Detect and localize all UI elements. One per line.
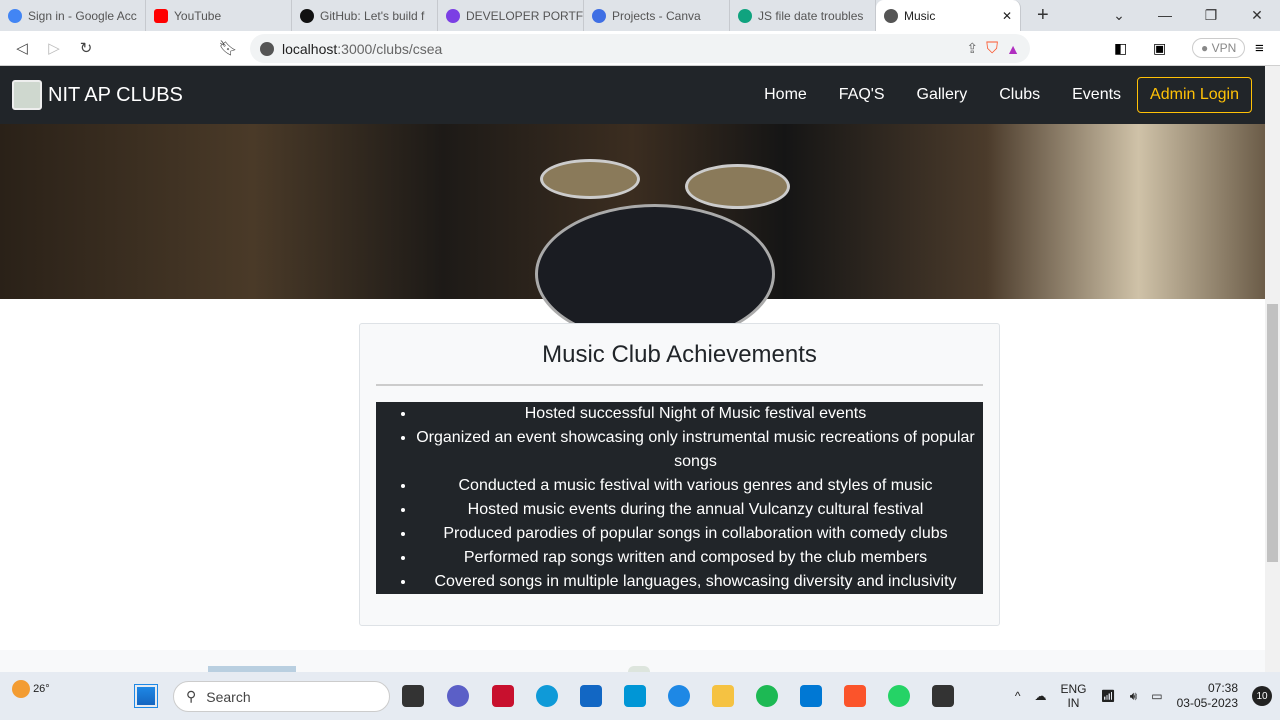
browser-tab[interactable]: Sign in - Google Acc [0,0,146,31]
close-tab-icon[interactable]: ✕ [1002,9,1012,23]
language-indicator[interactable]: ENG IN [1060,682,1086,710]
minimize-button[interactable]: — [1142,7,1188,24]
hero-image [0,124,1265,344]
weather-icon [12,680,30,698]
list-item: Hosted successful Night of Music festiva… [416,402,975,426]
scrollbar-thumb[interactable] [1267,304,1278,562]
google-icon [8,8,22,23]
edge-icon[interactable] [536,685,558,707]
back-button[interactable]: ◁ [6,39,38,57]
search-icon: ⚲ [186,688,197,704]
college-logo[interactable] [12,80,42,110]
weather-widget[interactable]: 26° [12,680,50,698]
list-item: Covered songs in multiple languages, sho… [416,570,975,594]
restore-button[interactable]: ❐ [1188,7,1234,24]
browser-tab-active[interactable]: Music ✕ [876,0,1021,31]
wifi-icon[interactable]: 📶︎ [1100,689,1115,703]
url-bar[interactable]: localhost:3000/clubs/csea ⇪ ⛉ ▲ [250,34,1030,63]
myhp-icon[interactable] [624,685,646,707]
cymbal-image [685,164,790,209]
spotify-icon[interactable] [756,685,778,707]
globe-icon [884,8,898,23]
clock[interactable]: 07:38 03-05-2023 [1177,681,1238,711]
close-window-button[interactable]: ✕ [1234,7,1280,24]
info-icon [260,41,274,56]
list-item: Organized an event showcasing only instr… [416,426,975,474]
canva-icon [446,8,460,23]
github-icon [300,8,314,23]
notification-badge[interactable]: 10 [1252,686,1272,706]
taskbar-search[interactable]: ⚲ Search [173,681,390,712]
admin-login-button[interactable]: Admin Login [1137,77,1252,113]
file-explorer-icon[interactable] [712,685,734,707]
store-icon[interactable] [580,685,602,707]
nav-gallery[interactable]: Gallery [901,86,984,104]
nav-home[interactable]: Home [748,86,823,104]
task-view-icon[interactable] [402,685,424,707]
address-toolbar: ◁ ▷ ↻ 🔖︎ localhost:3000/clubs/csea ⇪ ⛉ ▲… [0,31,1280,66]
browser-tab[interactable]: GitHub: Let's build f [292,0,438,31]
list-item: Hosted music events during the annual Vu… [416,498,975,522]
nav-events[interactable]: Events [1056,86,1137,104]
battery-icon[interactable]: ▭ [1151,689,1162,703]
menu-icon[interactable]: ≡ [1255,40,1264,57]
brand-name[interactable]: NIT AP CLUBS [48,84,183,107]
teams-icon[interactable] [447,685,469,707]
nav-clubs[interactable]: Clubs [983,86,1056,104]
list-item: Produced parodies of popular songs in co… [416,522,975,546]
chevron-up-icon[interactable]: ^ [1015,689,1021,703]
list-item: Conducted a music festival with various … [416,474,975,498]
windows-taskbar: 26° ⚲ Search ^ ☁ ENG IN 📶︎ 🔊︎ ▭ 07:38 03-05… [0,672,1280,720]
bookmark-icon[interactable]: 🔖︎ [212,39,244,57]
system-tray: ^ ☁ ENG IN 📶︎ 🔊︎ ▭ 07:38 03-05-2023 10 [1015,672,1280,720]
onedrive-icon[interactable]: ☁ [1034,689,1046,703]
volume-icon[interactable]: 🔊︎ [1130,689,1138,704]
start-icon[interactable] [134,684,158,708]
divider [376,384,983,386]
nav-faqs[interactable]: FAQ'S [823,86,901,104]
chatgpt-icon [738,8,752,23]
browser-tab[interactable]: DEVELOPER PORTFO [438,0,584,31]
help-icon[interactable] [668,685,690,707]
reload-button[interactable]: ↻ [70,39,102,57]
list-item: Performed rap songs written and composed… [416,546,975,570]
canva-icon [592,8,606,23]
share-icon[interactable]: ⇪ [966,40,978,57]
achievements-list: Hosted successful Night of Music festiva… [376,402,983,594]
whatsapp-icon[interactable] [888,685,910,707]
achievements-title: Music Club Achievements [542,341,817,368]
browser-tab[interactable]: YouTube [146,0,292,31]
brave-shields-icon[interactable]: ⛉ [986,40,998,58]
youtube-icon [154,8,168,23]
tab-search-icon[interactable]: ⌄ [1096,7,1142,24]
cymbal-image [540,159,640,199]
page-scrollbar[interactable] [1265,66,1280,672]
wallet-icon[interactable]: ▣ [1153,40,1166,57]
brave-icon[interactable] [844,685,866,707]
site-navbar: NIT AP CLUBS Home FAQ'S Gallery Clubs Ev… [0,66,1265,124]
brave-rewards-icon[interactable]: ▲ [1006,41,1020,57]
forward-button[interactable]: ▷ [38,39,70,57]
achievements-card: Music Club Achievements Hosted successfu… [359,323,1000,626]
browser-tab[interactable]: Projects - Canva [584,0,730,31]
sidebar-icon[interactable]: ◧ [1114,40,1127,57]
footer [0,650,1265,672]
new-tab-button[interactable]: + [1037,4,1049,27]
vscode-icon[interactable] [800,685,822,707]
terminal-icon[interactable] [932,685,954,707]
mcafee-icon[interactable] [492,685,514,707]
vpn-button[interactable]: ● VPN [1192,38,1246,58]
tab-bar: Sign in - Google Acc YouTube GitHub: Let… [0,0,1280,31]
browser-tab[interactable]: JS file date troubles [730,0,876,31]
